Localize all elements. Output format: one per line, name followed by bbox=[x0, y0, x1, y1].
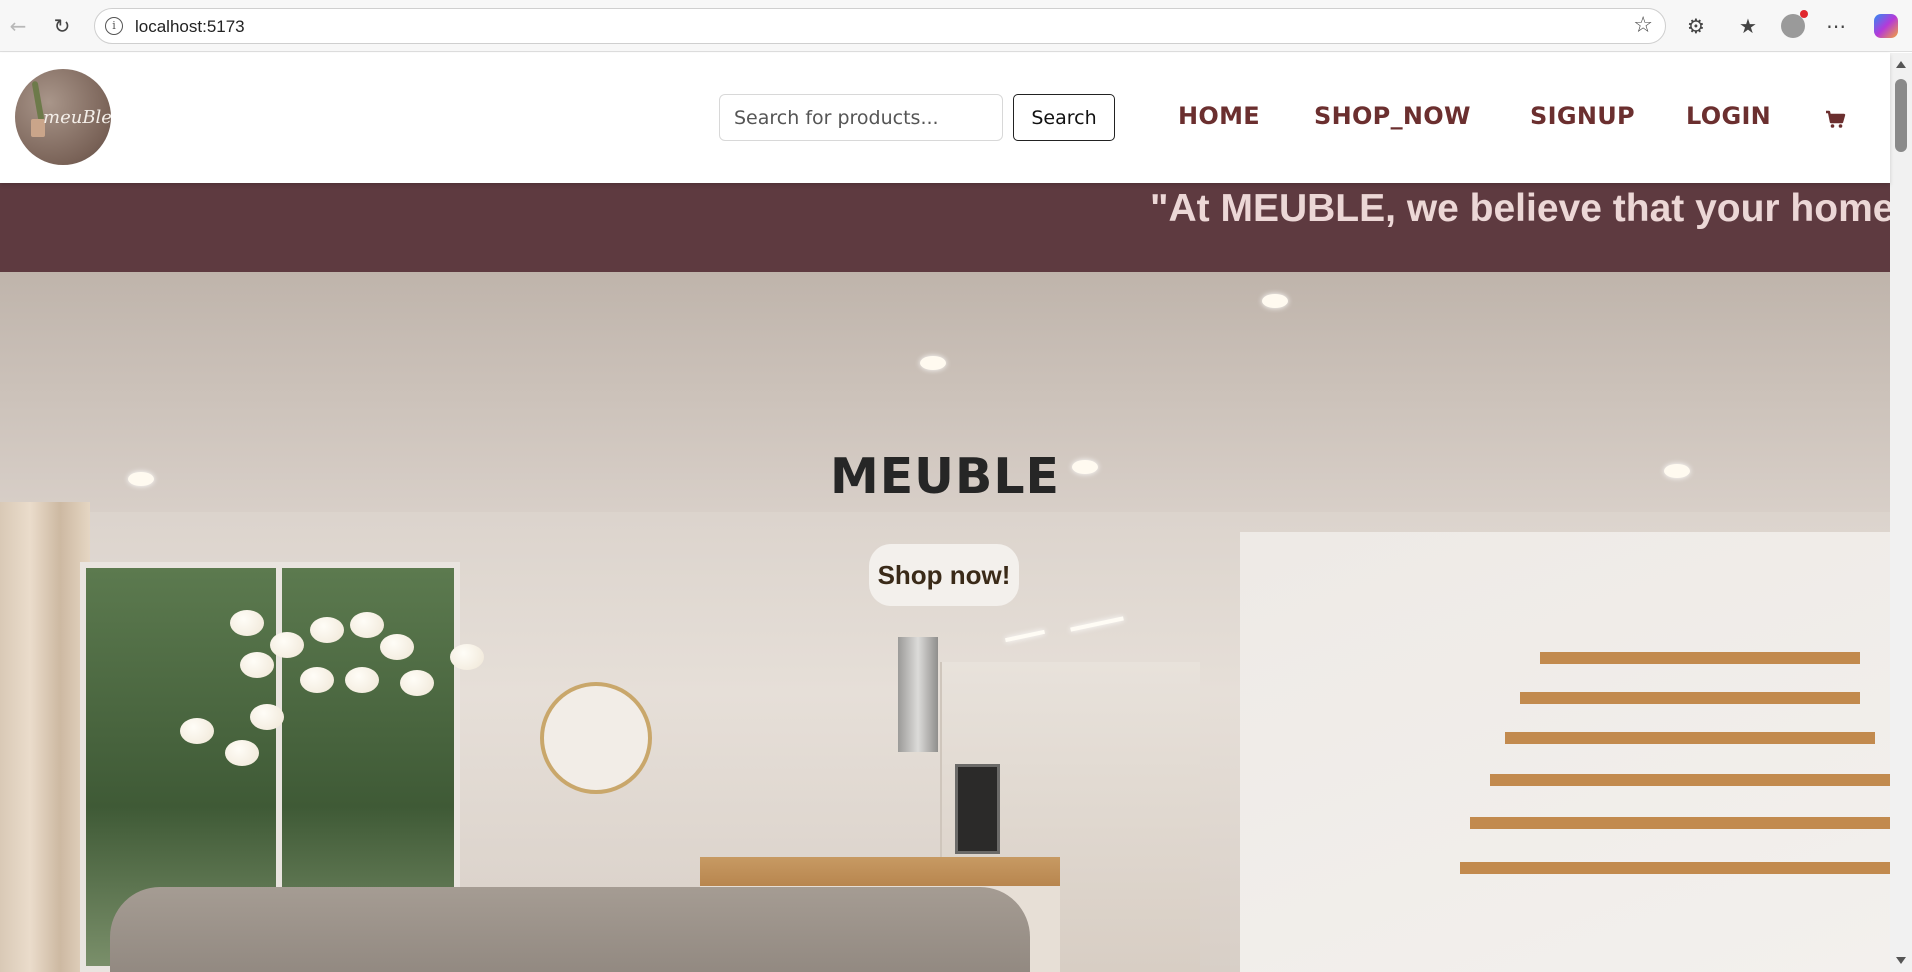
light-strip bbox=[1070, 616, 1124, 632]
site-header: meuBle Search HOME SHOP_NOW SIGNUP LOGIN bbox=[0, 53, 1890, 183]
address-bar[interactable]: i localhost:5173 ☆ bbox=[94, 8, 1666, 44]
logo[interactable]: meuBle bbox=[15, 69, 111, 165]
favorites-icon[interactable]: ★ bbox=[1734, 12, 1762, 40]
browser-toolbar: ← ↻ i localhost:5173 ☆ ⚙ ★ ⋯ bbox=[0, 0, 1912, 52]
copilot-icon[interactable] bbox=[1872, 12, 1900, 40]
site-info-icon[interactable]: i bbox=[105, 17, 123, 35]
scroll-up-arrow-icon[interactable] bbox=[1896, 61, 1906, 68]
url-text[interactable]: localhost:5173 bbox=[135, 17, 245, 37]
profile-avatar-icon[interactable] bbox=[1779, 10, 1808, 40]
favorite-star-icon[interactable]: ☆ bbox=[1633, 13, 1653, 38]
marquee-banner: "At MEUBLE, we believe that your home d bbox=[0, 183, 1890, 272]
cart-icon[interactable] bbox=[1825, 110, 1847, 130]
light-strip bbox=[1005, 629, 1045, 643]
nav-shop-now[interactable]: SHOP_NOW bbox=[1314, 102, 1471, 130]
nav-signup[interactable]: SIGNUP bbox=[1530, 102, 1635, 130]
logo-text: meuBle bbox=[43, 107, 111, 128]
search-input[interactable] bbox=[719, 94, 1003, 141]
range-hood bbox=[898, 637, 938, 752]
sofa bbox=[110, 887, 1030, 972]
nav-home[interactable]: HOME bbox=[1178, 102, 1260, 130]
nav-login[interactable]: LOGIN bbox=[1686, 102, 1771, 130]
staircase bbox=[1240, 532, 1890, 972]
ceiling-light bbox=[920, 356, 946, 370]
hero-section: MEUBLE Shop now! bbox=[0, 272, 1890, 972]
back-arrow-icon[interactable]: ← bbox=[4, 12, 32, 40]
reload-icon[interactable]: ↻ bbox=[48, 12, 76, 40]
page-scrollbar[interactable] bbox=[1890, 53, 1912, 972]
marquee-text: "At MEUBLE, we believe that your home d bbox=[1150, 187, 1890, 230]
hero-curtain bbox=[0, 502, 90, 972]
wall-clock bbox=[540, 682, 652, 794]
ceiling-light bbox=[1262, 294, 1288, 308]
oven bbox=[955, 764, 1000, 854]
more-menu-icon[interactable]: ⋯ bbox=[1822, 12, 1850, 40]
scrollbar-thumb[interactable] bbox=[1895, 79, 1907, 152]
hero-title: MEUBLE bbox=[829, 448, 1061, 505]
shop-now-button[interactable]: Shop now! bbox=[869, 544, 1019, 606]
scroll-down-arrow-icon[interactable] bbox=[1896, 957, 1906, 964]
search-button[interactable]: Search bbox=[1013, 94, 1115, 141]
extensions-icon[interactable]: ⚙ bbox=[1682, 12, 1710, 40]
